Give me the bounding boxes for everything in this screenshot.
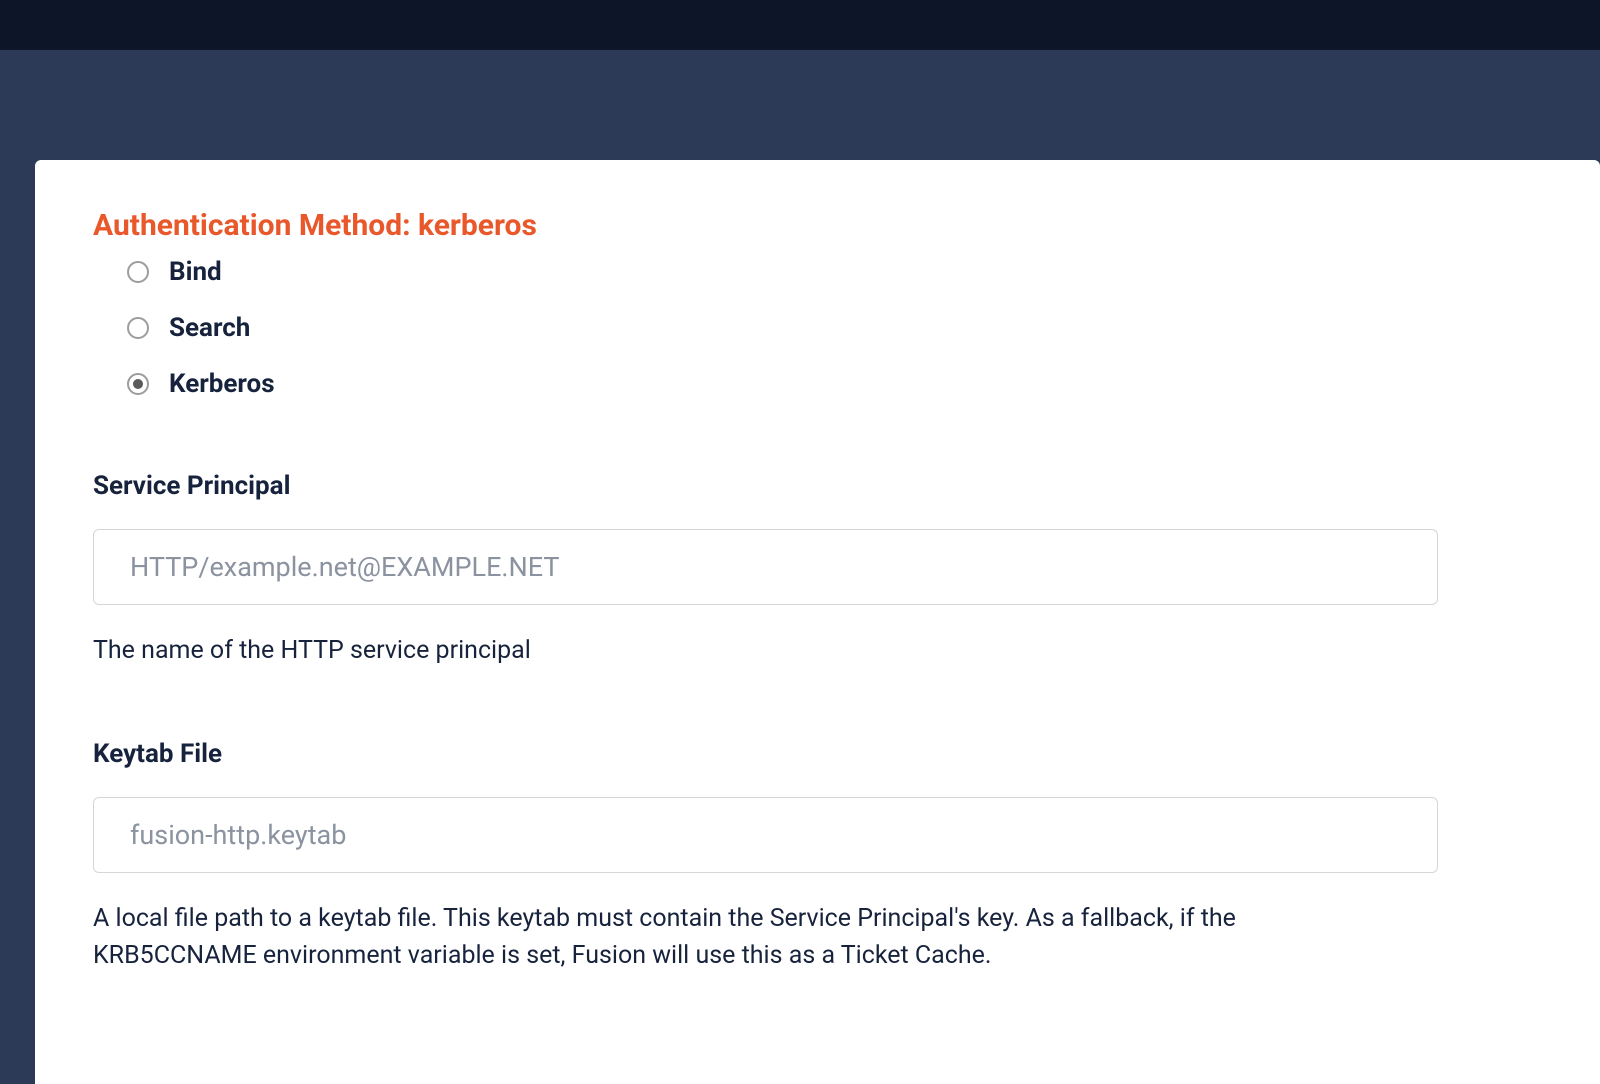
service-principal-input[interactable] xyxy=(93,529,1438,605)
settings-card: Authentication Method: kerberos Bind Sea… xyxy=(35,160,1600,1084)
radio-label-search: Search xyxy=(169,313,250,343)
radio-label-kerberos: Kerberos xyxy=(169,369,275,399)
content-wrapper: Authentication Method: kerberos Bind Sea… xyxy=(0,50,1600,1084)
radio-row-kerberos[interactable]: Kerberos xyxy=(127,369,1542,399)
top-bar xyxy=(0,0,1600,50)
radio-icon[interactable] xyxy=(127,317,149,339)
radio-row-bind[interactable]: Bind xyxy=(127,257,1542,287)
field-keytab-file: Keytab File A local file path to a keyta… xyxy=(93,739,1542,974)
radio-row-search[interactable]: Search xyxy=(127,313,1542,343)
radio-icon[interactable] xyxy=(127,373,149,395)
service-principal-label: Service Principal xyxy=(93,471,1542,501)
keytab-file-help: A local file path to a keytab file. This… xyxy=(93,901,1373,974)
keytab-file-label: Keytab File xyxy=(93,739,1542,769)
field-service-principal: Service Principal The name of the HTTP s… xyxy=(93,471,1542,669)
radio-label-bind: Bind xyxy=(169,257,222,287)
section-title: Authentication Method: kerberos xyxy=(93,208,1542,243)
radio-dot-icon xyxy=(133,379,143,389)
keytab-file-input[interactable] xyxy=(93,797,1438,873)
service-principal-help: The name of the HTTP service principal xyxy=(93,633,1373,669)
radio-icon[interactable] xyxy=(127,261,149,283)
auth-method-radio-group: Bind Search Kerberos xyxy=(127,257,1542,399)
